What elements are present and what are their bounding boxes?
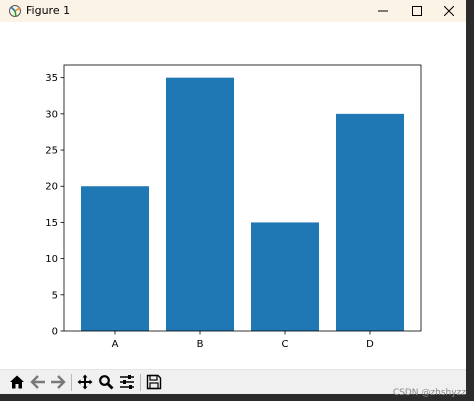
toolbar-separator — [71, 374, 72, 391]
y-tick-label: 35 — [45, 73, 58, 84]
forward-button[interactable] — [49, 373, 67, 391]
y-tick-label: 5 — [52, 290, 58, 301]
y-tick-label: 20 — [45, 182, 58, 193]
bar-A — [81, 186, 149, 331]
y-tick-label: 30 — [45, 109, 58, 120]
maximize-button[interactable] — [400, 0, 434, 22]
matplotlib-logo-icon — [9, 5, 21, 17]
minimize-button[interactable] — [366, 0, 400, 22]
x-tick-label: C — [282, 339, 289, 350]
back-icon — [30, 375, 45, 389]
pan-icon — [77, 374, 93, 390]
title-bar[interactable]: Figure 1 — [0, 0, 466, 22]
back-button[interactable] — [29, 373, 47, 391]
save-button[interactable] — [145, 373, 163, 391]
zoom-icon — [99, 375, 114, 390]
window-title: Figure 1 — [26, 4, 71, 17]
toolbar-separator — [140, 374, 141, 391]
figure-canvas[interactable]: 0 5 10 15 20 25 30 35 A B C D — [0, 22, 466, 369]
close-icon — [444, 6, 454, 16]
bar-B — [166, 77, 234, 331]
home-icon — [10, 375, 24, 389]
close-button[interactable] — [432, 0, 466, 22]
bar-chart: 0 5 10 15 20 25 30 35 A B C D — [45, 64, 422, 350]
configure-subplots-icon — [120, 375, 134, 389]
x-tick-label: B — [197, 339, 204, 350]
zoom-button[interactable] — [97, 373, 115, 391]
y-tick-label: 10 — [45, 254, 58, 265]
x-tick-label: D — [366, 339, 374, 350]
maximize-icon — [412, 6, 422, 16]
minimize-icon — [378, 10, 388, 12]
x-tick-label: A — [112, 339, 119, 350]
y-tick-label: 15 — [45, 218, 58, 229]
watermark: CSDN @zhshyzz — [392, 388, 466, 398]
bar-C — [251, 222, 319, 331]
y-tick-label: 25 — [45, 146, 58, 157]
y-tick-label: 0 — [52, 327, 58, 338]
home-button[interactable] — [8, 373, 26, 391]
figure-window: Figure 1 0 5 10 15 20 25 30 35 A B C D — [0, 0, 466, 394]
bar-D — [336, 113, 404, 331]
configure-subplots-button[interactable] — [118, 373, 136, 391]
save-icon — [146, 374, 162, 390]
forward-icon — [51, 375, 66, 389]
pan-button[interactable] — [76, 373, 94, 391]
